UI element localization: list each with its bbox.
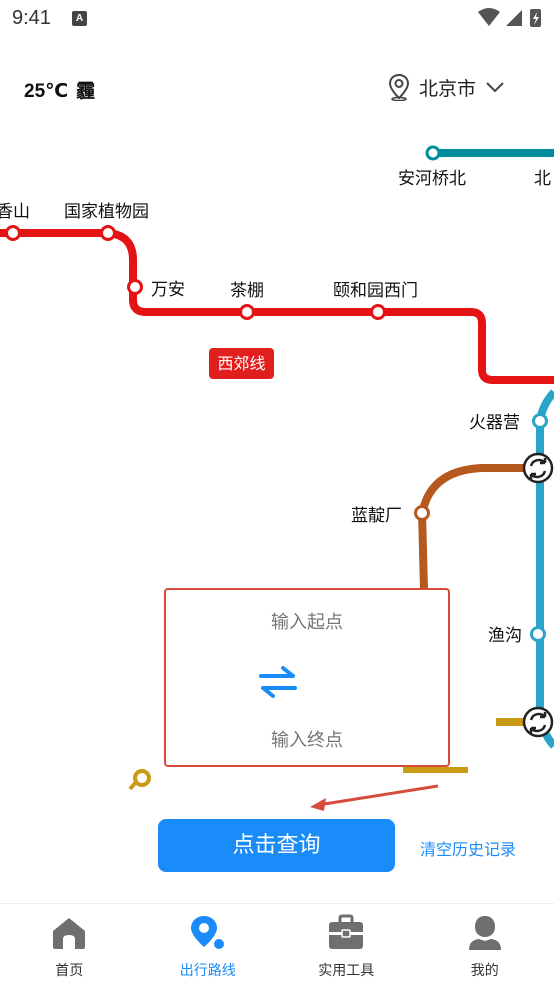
station-chapeng <box>239 304 255 320</box>
line-10-track <box>536 389 554 749</box>
nav-label-home: 首页 <box>55 963 84 979</box>
station-landianchang <box>414 505 430 521</box>
gold-station <box>133 769 151 787</box>
start-station-input[interactable] <box>166 612 448 633</box>
hint-arrow-head <box>310 798 326 811</box>
clear-history-link[interactable]: 清空历史记录 <box>420 836 516 860</box>
nav-item-mine[interactable]: 我的 <box>416 904 554 984</box>
query-button[interactable]: 点击查询 <box>158 819 395 872</box>
station-label-wanan: 万安 <box>151 280 185 300</box>
status-icons <box>478 8 541 27</box>
station-label-gou: 渔沟 <box>488 626 522 646</box>
location-pin-icon <box>388 73 410 101</box>
notification-a-icon: A <box>72 11 87 26</box>
station-label-anheqiao-north: 安河桥北 <box>398 169 466 189</box>
line-tag-xijiao[interactable]: 西郊线 <box>209 348 274 379</box>
station-label-botanical-garden: 国家植物园 <box>64 202 149 222</box>
line-6-track <box>417 464 540 591</box>
user-icon <box>468 916 501 950</box>
temperature: 25℃ <box>24 81 69 102</box>
wifi-icon <box>478 8 500 26</box>
route-pin-icon <box>190 916 226 951</box>
station-label-landianchang: 蓝靛厂 <box>351 506 402 526</box>
status-time: 9:41 <box>12 7 51 29</box>
transfer-icon <box>522 452 554 484</box>
city-name: 北京市 <box>419 77 477 100</box>
status-bar: 9:41 A <box>0 0 554 38</box>
station-label-huoqiying: 火器营 <box>469 413 520 433</box>
station-gou <box>530 626 546 642</box>
signal-icon <box>506 10 522 26</box>
station-label-bei: 北 <box>534 169 551 189</box>
route-input-card <box>164 588 450 767</box>
station-label-summer-palace-west-gate: 颐和园西门 <box>333 281 418 301</box>
station-label-xiangshan: 香山 <box>0 202 30 222</box>
station-anheqiao-north <box>425 145 441 161</box>
metro-map[interactable]: 香山 国家植物园 万安 茶棚 颐和园西门 安河桥北 北 火器营 蓝靛厂 渔沟 <box>0 110 554 900</box>
station-huoqiying <box>532 413 548 429</box>
chevron-down-icon <box>486 82 504 93</box>
station-wanan <box>127 279 143 295</box>
weather-condition: 霾 <box>76 81 96 102</box>
toolbox-icon <box>329 914 364 949</box>
nav-label-route: 出行路线 <box>179 963 236 979</box>
station-botanical-garden <box>100 225 116 241</box>
weather-info: 25℃ 霾 <box>24 76 103 103</box>
swap-direction-icon[interactable] <box>257 664 299 700</box>
station-xiangshan <box>5 225 21 241</box>
nav-item-tools[interactable]: 实用工具 <box>277 904 416 984</box>
hint-arrow <box>317 784 439 807</box>
transfer-icon <box>522 706 554 738</box>
xijiao-line-track <box>0 229 554 384</box>
bottom-navigation: 首页 出行路线 实用工具 我的 <box>0 903 554 984</box>
nav-label-mine: 我的 <box>470 963 499 979</box>
nav-label-tools: 实用工具 <box>318 963 375 979</box>
nav-item-route[interactable]: 出行路线 <box>139 904 278 984</box>
city-selector[interactable]: 北京市 <box>387 72 506 102</box>
station-label-chapeng: 茶棚 <box>230 281 264 301</box>
home-icon <box>53 918 86 949</box>
station-summer-palace-west-gate <box>370 304 386 320</box>
nav-item-home[interactable]: 首页 <box>0 904 139 984</box>
end-station-input[interactable] <box>166 730 448 751</box>
